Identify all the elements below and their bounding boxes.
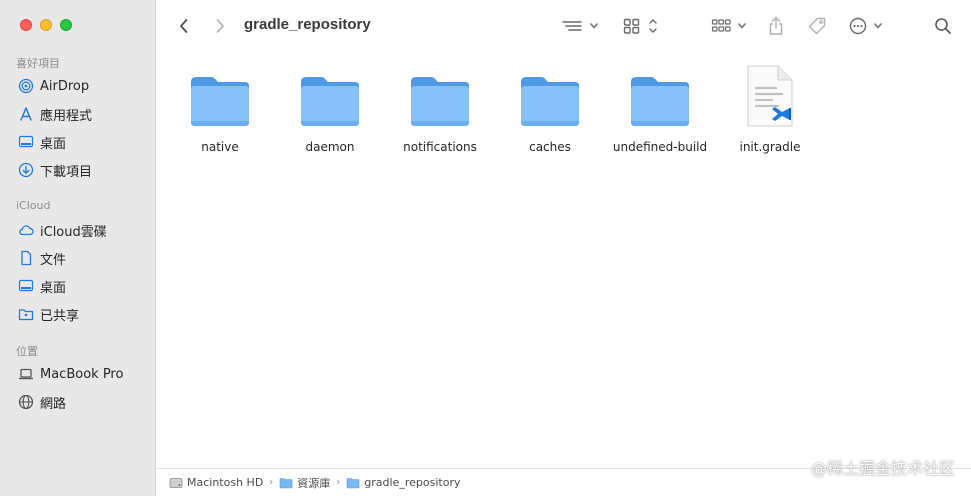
item-label: daemon: [305, 140, 355, 154]
sidebar-item-label: AirDrop: [40, 78, 90, 94]
folder-item-daemon[interactable]: daemon: [275, 64, 385, 154]
item-label: native: [201, 140, 239, 154]
crumb-label: Macintosh HD: [187, 476, 264, 489]
chevron-right-icon: ›: [269, 477, 274, 488]
more-actions-button[interactable]: [848, 14, 886, 38]
chevron-left-icon: [180, 19, 188, 33]
applications-icon: [18, 106, 34, 122]
hard-drive-icon: [169, 477, 183, 489]
document-icon: [18, 250, 34, 266]
desktop-icon: [18, 278, 34, 294]
search-icon: [935, 18, 951, 34]
sidebar-item-label: 桌面: [40, 136, 67, 152]
window-controls: [20, 19, 72, 31]
sidebar-item-downloads[interactable]: 下載項目: [18, 160, 92, 180]
folder-item-undefined-build[interactable]: undefined-build: [605, 64, 715, 154]
forward-button[interactable]: [210, 14, 230, 38]
folder-icon: [188, 64, 252, 128]
share-button[interactable]: [766, 14, 786, 38]
crumb-gradle-repository[interactable]: gradle_repository: [346, 476, 460, 489]
sidebar: 喜好項目 AirDrop 應用程式 桌面 下載項目 iCloud iCloud雲…: [0, 0, 156, 496]
sidebar-item-label: 下載項目: [40, 164, 93, 180]
tags-button[interactable]: [806, 14, 828, 38]
watermark: @稀土掘金技术社区: [810, 459, 955, 478]
section-title-favorites: 喜好項目: [16, 57, 60, 70]
sidebar-item-label: MacBook Pro: [40, 366, 124, 382]
file-grid: native daemon notifications caches undef…: [157, 52, 971, 468]
share-icon: [769, 16, 783, 35]
sidebar-item-desktop[interactable]: 桌面: [18, 132, 66, 152]
sidebar-item-label: iCloud雲碟: [40, 224, 107, 240]
airdrop-icon: [18, 78, 34, 94]
icloud-icon: [18, 222, 34, 238]
item-label: caches: [529, 140, 571, 154]
section-title-locations: 位置: [16, 345, 38, 358]
crumb-library[interactable]: 資源庫: [279, 475, 330, 491]
grid-icon: [623, 18, 657, 34]
minimize-window-button[interactable]: [40, 19, 52, 31]
crumb-label: 資源庫: [297, 476, 331, 490]
folder-icon: [298, 64, 362, 128]
search-button[interactable]: [932, 14, 954, 38]
shared-folder-icon: [18, 306, 34, 322]
sidebar-item-label: 已共享: [40, 308, 80, 324]
sidebar-item-icloud-drive[interactable]: iCloud雲碟: [18, 220, 107, 240]
finder-window: 喜好項目 AirDrop 應用程式 桌面 下載項目 iCloud iCloud雲…: [0, 0, 971, 496]
vscode-document-icon: [738, 64, 802, 128]
zoom-window-button[interactable]: [60, 19, 72, 31]
folder-item-native[interactable]: native: [165, 64, 275, 154]
folder-icon: [518, 64, 582, 128]
chevron-right-icon: ›: [336, 477, 341, 488]
network-icon: [18, 394, 34, 410]
section-title-icloud: iCloud: [16, 199, 51, 212]
desktop-icon: [18, 134, 34, 150]
folder-item-caches[interactable]: caches: [495, 64, 605, 154]
sidebar-item-documents[interactable]: 文件: [18, 248, 66, 268]
sidebar-item-applications[interactable]: 應用程式: [18, 104, 92, 124]
sidebar-item-label: 網路: [40, 396, 67, 412]
grid-view-button[interactable]: [623, 14, 659, 38]
window-title: gradle_repository: [244, 16, 371, 33]
close-window-button[interactable]: [20, 19, 32, 31]
folder-item-notifications[interactable]: notifications: [385, 64, 495, 154]
folder-icon: [346, 477, 360, 489]
ellipsis-circle-icon: [849, 17, 882, 35]
sidebar-item-shared[interactable]: 已共享: [18, 304, 79, 324]
sidebar-item-label: 文件: [40, 252, 67, 268]
back-button[interactable]: [174, 14, 194, 38]
item-label: undefined-build: [612, 140, 708, 154]
file-item-init-gradle[interactable]: init.gradle: [715, 64, 825, 154]
sidebar-item-network[interactable]: 網路: [18, 392, 66, 412]
list-icon: [562, 21, 598, 31]
view-options-button[interactable]: [561, 14, 601, 38]
folder-icon: [628, 64, 692, 128]
sidebar-item-label: 應用程式: [40, 108, 93, 124]
downloads-icon: [18, 162, 34, 178]
sidebar-item-label: 桌面: [40, 280, 67, 296]
sidebar-item-macbook[interactable]: MacBook Pro: [18, 364, 123, 384]
item-label: init.gradle: [739, 140, 801, 154]
group-grid-icon: [711, 19, 746, 32]
tag-icon: [808, 17, 826, 35]
folder-icon: [408, 64, 472, 128]
laptop-icon: [18, 366, 34, 382]
group-button[interactable]: [711, 14, 749, 38]
sidebar-item-airdrop[interactable]: AirDrop: [18, 76, 89, 96]
sidebar-item-icloud-desktop[interactable]: 桌面: [18, 276, 66, 296]
chevron-right-icon: [216, 19, 224, 33]
item-label: notifications: [403, 140, 477, 154]
crumb-macintosh-hd[interactable]: Macintosh HD: [169, 476, 263, 489]
folder-icon: [279, 477, 293, 489]
crumb-label: gradle_repository: [364, 476, 461, 489]
